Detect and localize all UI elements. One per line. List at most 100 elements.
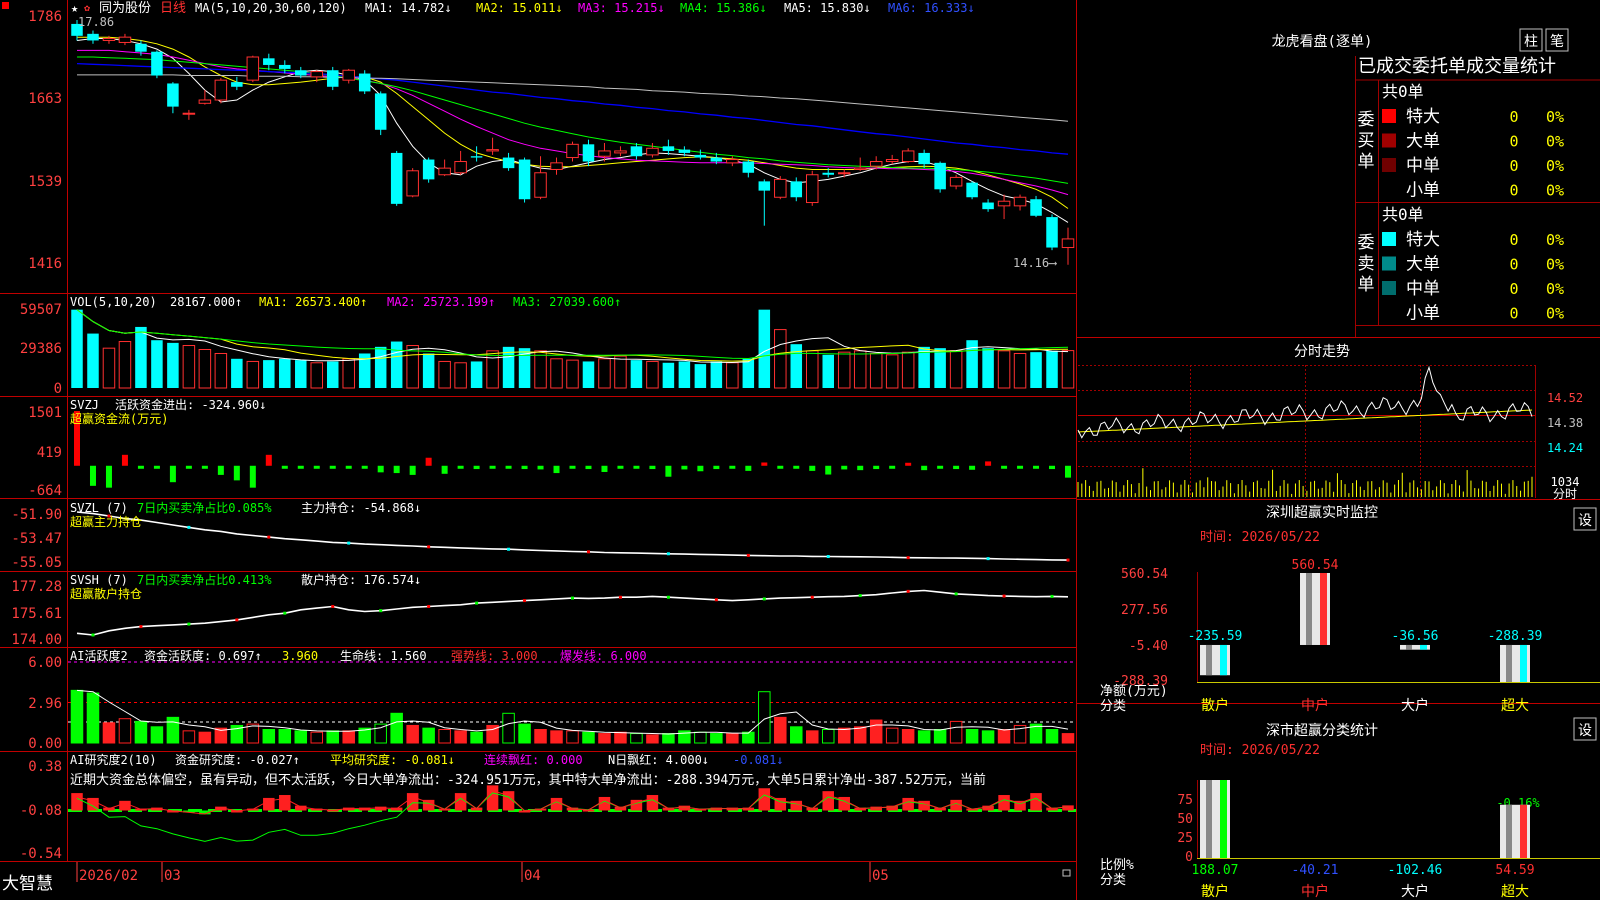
svzl-tick: -53.47 — [11, 531, 62, 547]
candle-body — [135, 43, 147, 52]
research-bar — [614, 806, 627, 811]
star-icon[interactable]: ★ — [71, 1, 78, 15]
activity-bar — [502, 712, 515, 744]
monitor-bar-edge — [1220, 644, 1227, 676]
ai1-title: AI活跃度2 — [70, 648, 128, 663]
volume-bar — [390, 341, 403, 388]
research-bar — [406, 793, 419, 811]
svzl-tick: -55.05 — [11, 555, 62, 571]
activity-line — [76, 689, 1069, 735]
monitor-category-label: 大户 — [1401, 697, 1429, 714]
svzl-b: 主力持仓: -54.868↓ — [301, 500, 421, 515]
order-type-label: 大单 — [1406, 255, 1440, 275]
candle-body — [470, 156, 483, 158]
activity-bar — [406, 724, 419, 744]
fund-flow-bar — [313, 465, 320, 469]
candle-body — [885, 159, 899, 163]
ai2-comment: 近期大资金总体偏空，虽有异动，但不太活跃，今日大单净流出：-324.951万元，… — [70, 772, 986, 788]
volume-bar — [582, 361, 595, 388]
activity-bar — [278, 729, 292, 744]
fund-flow-bar — [569, 465, 576, 469]
candle-body — [438, 167, 451, 176]
activity-bar — [550, 730, 563, 744]
price-tick: 1416 — [28, 256, 62, 272]
activity-bar — [134, 720, 148, 744]
fund-flow-bar — [1017, 465, 1024, 469]
gear-icon[interactable]: ✿ — [84, 3, 90, 14]
svzj-line: 活跃资金进出: -324.960↓ — [115, 397, 266, 412]
candle-body — [151, 51, 163, 76]
position-marker — [666, 552, 670, 556]
research-bar — [374, 806, 387, 811]
svsh-sub: 超赢散户持仓 — [70, 586, 142, 601]
candle-body — [837, 172, 851, 175]
fund-flow-bar — [377, 465, 384, 473]
lock-icon[interactable] — [1062, 869, 1071, 877]
volume-bar — [102, 347, 116, 389]
volume-bar — [422, 353, 435, 388]
position-marker — [618, 595, 622, 599]
fund-flow-bar — [89, 465, 96, 486]
monitor-bar-edge — [1520, 644, 1527, 682]
tick-mode-label[interactable]: 笔 — [1550, 34, 1564, 50]
activity-bar — [965, 729, 979, 744]
position-marker — [523, 599, 527, 603]
order-color-swatch — [1382, 256, 1396, 271]
activity-bar — [726, 733, 739, 744]
candle-body — [310, 71, 324, 78]
order-pct: 0% — [1546, 280, 1564, 298]
volume-bar — [614, 355, 627, 389]
volume-bar — [710, 361, 723, 388]
candle-body — [1030, 199, 1042, 216]
classify-bar-shade — [1206, 780, 1212, 858]
activity-bar — [518, 723, 531, 744]
side-label-char: 买 — [1358, 131, 1375, 151]
classify-settings-label[interactable]: 设 — [1578, 723, 1592, 739]
svsh-header: SVSH (7) 7日内买卖净占比0.413% 散户持仓: 176.574↓ 超… — [70, 572, 421, 601]
monitor-settings-label[interactable]: 设 — [1578, 513, 1592, 529]
classify-category-label: 大户 — [1401, 883, 1429, 900]
candle-body — [662, 146, 675, 151]
order-type-label: 小单 — [1406, 181, 1440, 201]
fund-flow-bar — [745, 465, 752, 471]
monitor-bar-edge — [1420, 644, 1427, 650]
ai2-d: N日飘红: 4.000↓ — [608, 752, 709, 767]
candle-body — [949, 176, 963, 187]
svsh-b: 散户持仓: 176.574↓ — [301, 572, 421, 587]
fund-flow-bar — [665, 465, 672, 477]
corner-marker-icon — [2, 2, 9, 9]
candle-body — [390, 152, 403, 204]
candle-body — [263, 58, 275, 65]
activity-bar — [150, 726, 164, 744]
low-arrow-icon: ⟶ — [1048, 256, 1057, 270]
fund-flow-bar — [969, 465, 976, 470]
ai-research-panel — [68, 785, 1076, 842]
monitor-tick: 277.56 — [1121, 603, 1168, 618]
activity-bar — [86, 692, 100, 744]
position-marker — [267, 535, 271, 539]
activity-bar — [438, 729, 451, 744]
volume-bar — [934, 348, 946, 388]
fund-flow-bar — [457, 465, 464, 469]
fund-flow-bar — [329, 465, 336, 469]
bar-mode-label[interactable]: 柱 — [1524, 34, 1538, 50]
order-pct: 0% — [1546, 133, 1564, 151]
classify-value-label: 54.59 — [1495, 863, 1534, 878]
candle-body — [502, 157, 515, 169]
price-tick: 1663 — [28, 91, 62, 107]
order-pct: 0% — [1546, 108, 1564, 126]
candle-body — [246, 56, 260, 81]
stock-name[interactable]: 同为股份 — [99, 1, 151, 16]
lhb-subtitle: 已成交委托单成交量统计 — [1358, 56, 1556, 77]
position-marker — [1002, 594, 1006, 598]
main-chart-canvas[interactable]: ★ ✿ 同为股份 日线 MA(5,10,20,30,60,120) MA1: 1… — [0, 0, 1600, 900]
volume-bar — [246, 360, 260, 389]
fund-flow-bar — [697, 465, 704, 472]
volume-bar — [198, 349, 212, 389]
order-total: 共0单 — [1382, 82, 1424, 101]
fund-flow-bar — [409, 465, 416, 475]
period-label[interactable]: 日线 — [160, 1, 186, 16]
volume-bar — [135, 326, 147, 388]
brand-label[interactable]: 大智慧 — [2, 874, 53, 893]
svzj-panel — [74, 411, 1071, 488]
